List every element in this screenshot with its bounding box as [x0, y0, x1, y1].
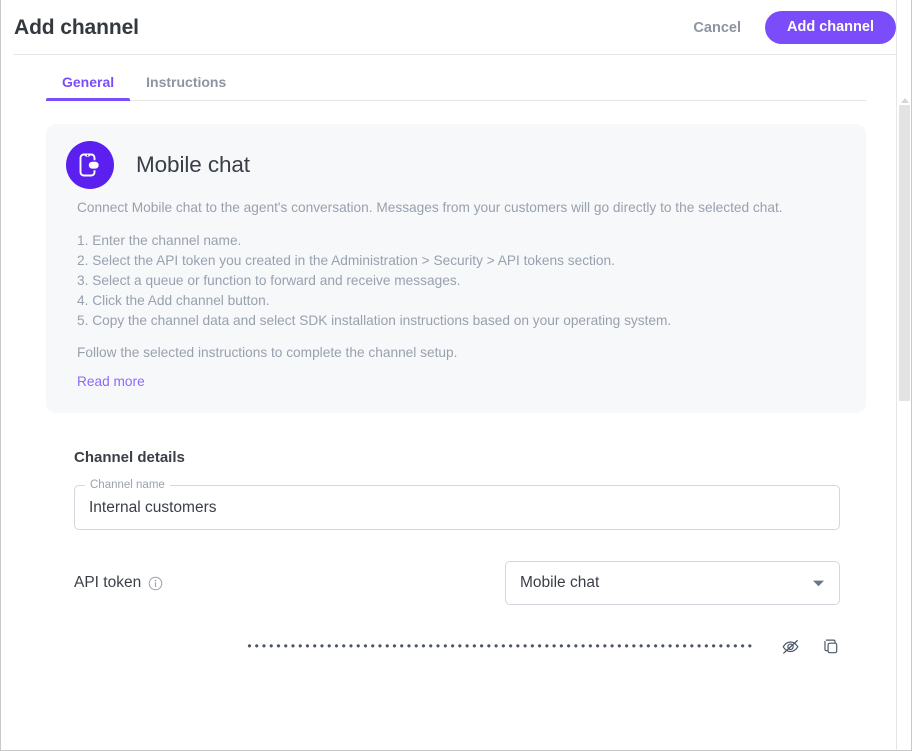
api-token-secret-value: ••••••••••••••••••••••••••••••••••••••••… — [247, 639, 755, 653]
api-token-select[interactable]: Mobile chat — [505, 561, 840, 605]
info-step-2: 2. Select the API token you created in t… — [77, 253, 615, 268]
eye-off-icon[interactable] — [781, 637, 800, 656]
tab-instructions[interactable]: Instructions — [130, 74, 242, 101]
copy-icon[interactable] — [821, 637, 840, 656]
chevron-down-icon — [812, 579, 825, 588]
channel-info-description: Connect Mobile chat to the agent's conve… — [77, 200, 783, 215]
api-token-label: API token — [74, 574, 142, 591]
api-token-label-group: API token — [74, 574, 163, 592]
channel-details-heading: Channel details — [74, 449, 185, 466]
read-more-link[interactable]: Read more — [77, 374, 145, 389]
api-token-row: API token Mobile chat — [74, 561, 840, 605]
mobile-chat-icon — [66, 141, 114, 189]
channel-info-header: Mobile chat — [66, 141, 846, 189]
tab-general[interactable]: General — [46, 74, 131, 101]
channel-info-title: Mobile chat — [136, 152, 250, 177]
channel-name-field-wrapper: Channel name — [74, 477, 840, 530]
add-channel-dialog: Add channel Cancel Add channel General I… — [0, 0, 912, 751]
channel-info-card: Mobile chat Connect Mobile chat to the a… — [46, 124, 866, 413]
tab-bar: General Instructions — [46, 55, 866, 101]
api-token-select-value: Mobile chat — [520, 574, 600, 591]
dialog-content: General Instructions Mobile chat Connect… — [1, 55, 911, 750]
vertical-scrollbar[interactable] — [896, 0, 911, 750]
dialog-header: Add channel Cancel Add channel — [1, 0, 911, 55]
channel-info-follow-text: Follow the selected instructions to comp… — [77, 345, 458, 360]
cancel-button[interactable]: Cancel — [683, 12, 751, 44]
scrollbar-thumb[interactable] — [899, 105, 910, 401]
info-step-4: 4. Click the Add channel button. — [77, 293, 270, 308]
info-step-1: 1. Enter the channel name. — [77, 233, 242, 248]
channel-info-steps: 1. Enter the channel name. 2. Select the… — [77, 231, 846, 331]
info-step-5: 5. Copy the channel data and select SDK … — [77, 313, 672, 328]
api-token-secret-row: ••••••••••••••••••••••••••••••••••••••••… — [74, 636, 840, 656]
add-channel-button[interactable]: Add channel — [764, 11, 896, 44]
header-actions: Cancel Add channel — [683, 11, 896, 44]
info-step-3: 3. Select a queue or function to forward… — [77, 273, 461, 288]
scrollbar-up-arrow-icon[interactable] — [901, 98, 909, 103]
page-title: Add channel — [14, 16, 139, 39]
info-icon[interactable] — [148, 576, 163, 591]
channel-name-input[interactable] — [74, 485, 840, 530]
